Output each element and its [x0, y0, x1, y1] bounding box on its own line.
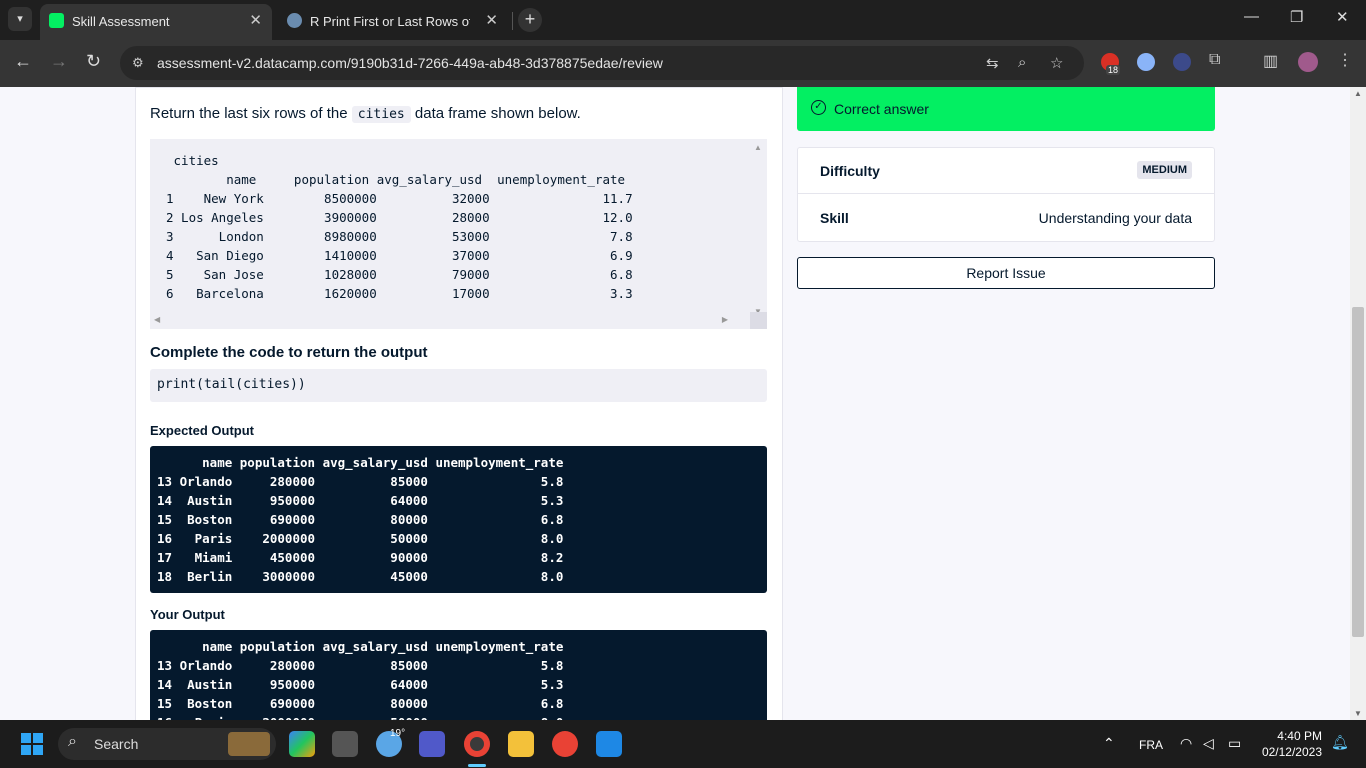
expected-output-heading: Expected Output — [150, 423, 255, 438]
scrollbar-corner — [750, 312, 767, 329]
windows-taskbar: ⌕ Search 19° ⌃ FRA ◠ ◁ ▭ 4:40 PM 02/12/2… — [0, 720, 1366, 768]
bookmark-star-icon[interactable]: ☆ — [1050, 54, 1063, 72]
active-app-indicator — [468, 764, 486, 767]
teams-app-icon[interactable] — [419, 731, 445, 757]
tab-title: Skill Assessment — [72, 14, 170, 29]
expected-output-block: name population avg_salary_usd unemploym… — [150, 446, 767, 593]
url-text[interactable]: assessment-v2.datacamp.com/9190b31d-7266… — [157, 55, 663, 71]
reload-icon[interactable]: ↻ — [86, 51, 101, 72]
question-suffix: data frame shown below. — [414, 105, 581, 122]
code-box: print(tail(cities)) — [150, 369, 767, 402]
dataframe-text: cities name population avg_salary_usd un… — [166, 153, 633, 301]
your-output-text: name population avg_salary_usd unemploym… — [157, 639, 564, 720]
question-inline-code: cities — [351, 106, 411, 123]
profile-avatar[interactable] — [1298, 52, 1318, 72]
code-text: print(tail(cities)) — [157, 377, 306, 392]
translate-icon[interactable]: ⇆ — [986, 54, 999, 72]
new-tab-button[interactable]: + — [518, 8, 542, 32]
notification-bell-icon[interactable]: 🔔︎ — [1331, 734, 1349, 751]
battery-icon[interactable]: ▭ — [1228, 735, 1241, 752]
chrome-profile-app-icon[interactable] — [552, 731, 578, 757]
close-window-icon[interactable]: ✕ — [1336, 8, 1349, 26]
datacamp-favicon-icon — [49, 13, 64, 28]
file-explorer-icon[interactable] — [508, 731, 534, 757]
scroll-right-icon[interactable]: ▶ — [722, 315, 728, 324]
extension-badge: 18 — [1106, 65, 1121, 75]
taskbar-search[interactable]: ⌕ Search — [58, 728, 276, 760]
difficulty-badge: MEDIUM — [1137, 161, 1192, 179]
tab-skill-assessment[interactable]: Skill Assessment ✕ — [40, 4, 272, 40]
scroll-down-icon[interactable]: ▼ — [1354, 709, 1362, 718]
browser-toolbar: ← → ↻ ⚙ assessment-v2.datacamp.com/9190b… — [0, 40, 1366, 87]
close-tab-icon[interactable]: ✕ — [249, 11, 262, 29]
scroll-up-icon[interactable]: ▲ — [1354, 89, 1362, 98]
your-output-heading: Your Output — [150, 607, 225, 622]
tab-separator — [512, 12, 513, 30]
extensions-puzzle-icon[interactable]: ⧉ — [1209, 51, 1220, 69]
horizontal-scrollbar[interactable]: ◀ ▶ — [150, 312, 750, 329]
difficulty-row: Difficulty MEDIUM — [798, 148, 1214, 194]
expected-output-text: name population avg_salary_usd unemploym… — [157, 455, 564, 584]
info-card: Difficulty MEDIUM Skill Understanding yo… — [797, 147, 1215, 242]
tray-chevron-up-icon[interactable]: ⌃ — [1103, 735, 1115, 752]
minimize-icon[interactable]: — — [1244, 8, 1259, 25]
check-circle-icon: ✓ — [811, 100, 826, 115]
clock-time[interactable]: 4:40 PM — [1272, 729, 1322, 743]
site-info-icon[interactable]: ⚙ — [132, 55, 144, 71]
difficulty-label: Difficulty — [820, 163, 880, 179]
photos-app-icon[interactable] — [596, 731, 622, 757]
extension-a-icon[interactable] — [1173, 53, 1191, 71]
vertical-scrollbar[interactable]: ▲ ▼ — [750, 139, 767, 316]
chrome-app-icon[interactable] — [464, 731, 490, 757]
report-issue-button[interactable]: Report Issue — [797, 257, 1215, 289]
page-scrollbar[interactable]: ▲ ▼ — [1350, 87, 1366, 720]
wifi-icon[interactable]: ◠ — [1180, 735, 1192, 752]
skill-value: Understanding your data — [1038, 210, 1192, 226]
your-output-block: name population avg_salary_usd unemploym… — [150, 630, 767, 720]
task-view-icon[interactable] — [332, 731, 358, 757]
volume-icon[interactable]: ◁ — [1203, 735, 1214, 752]
close-tab-icon[interactable]: ✕ — [485, 11, 498, 29]
taskbar-search-label: Search — [94, 736, 139, 752]
browser-tab-strip: ▾ Skill Assessment ✕ R Print First or La… — [0, 0, 1366, 40]
menu-kebab-icon[interactable]: ⋮ — [1337, 50, 1353, 70]
side-panel-icon[interactable]: ▥ — [1263, 51, 1278, 71]
question-prefix: Return the last six rows of the — [150, 105, 348, 122]
back-icon[interactable]: ← — [14, 51, 32, 72]
skill-row: Skill Understanding your data — [798, 195, 1214, 241]
skill-label: Skill — [820, 210, 849, 226]
page-content: Return the last six rows of the cities d… — [0, 87, 1350, 720]
copilot-app-icon[interactable] — [289, 731, 315, 757]
clock-date[interactable]: 02/12/2023 — [1258, 745, 1322, 759]
globe-favicon-icon — [287, 13, 302, 28]
complete-code-heading: Complete the code to return the output — [150, 344, 428, 361]
restore-icon[interactable]: ❐ — [1290, 8, 1303, 26]
scrollbar-thumb[interactable] — [1352, 307, 1364, 637]
scroll-left-icon[interactable]: ◀ — [154, 315, 160, 324]
zoom-icon[interactable]: ⌕ — [1018, 54, 1026, 71]
result-label: Correct answer — [834, 101, 929, 117]
question-card: Return the last six rows of the cities d… — [135, 87, 783, 720]
scroll-up-icon[interactable]: ▲ — [754, 143, 762, 152]
search-highlight-image — [228, 732, 270, 756]
dataframe-output-block[interactable]: cities name population avg_salary_usd un… — [150, 139, 767, 329]
extension-search-icon[interactable] — [1137, 53, 1155, 71]
question-text: Return the last six rows of the cities d… — [150, 105, 581, 123]
windows-start-icon[interactable] — [21, 733, 43, 755]
tab-r-print[interactable]: R Print First or Last Rows of Da ✕ — [278, 4, 508, 40]
forward-icon[interactable]: → — [50, 51, 68, 72]
search-icon: ⌕ — [68, 733, 77, 750]
address-bar[interactable]: ⚙ assessment-v2.datacamp.com/9190b31d-72… — [120, 46, 1084, 80]
weather-temp: 19° — [390, 728, 406, 739]
correct-answer-banner: ✓ Correct answer — [797, 87, 1215, 131]
tab-title: R Print First or Last Rows of Da — [310, 14, 470, 29]
tab-search-button[interactable]: ▾ — [8, 7, 32, 31]
input-language[interactable]: FRA — [1139, 738, 1163, 752]
